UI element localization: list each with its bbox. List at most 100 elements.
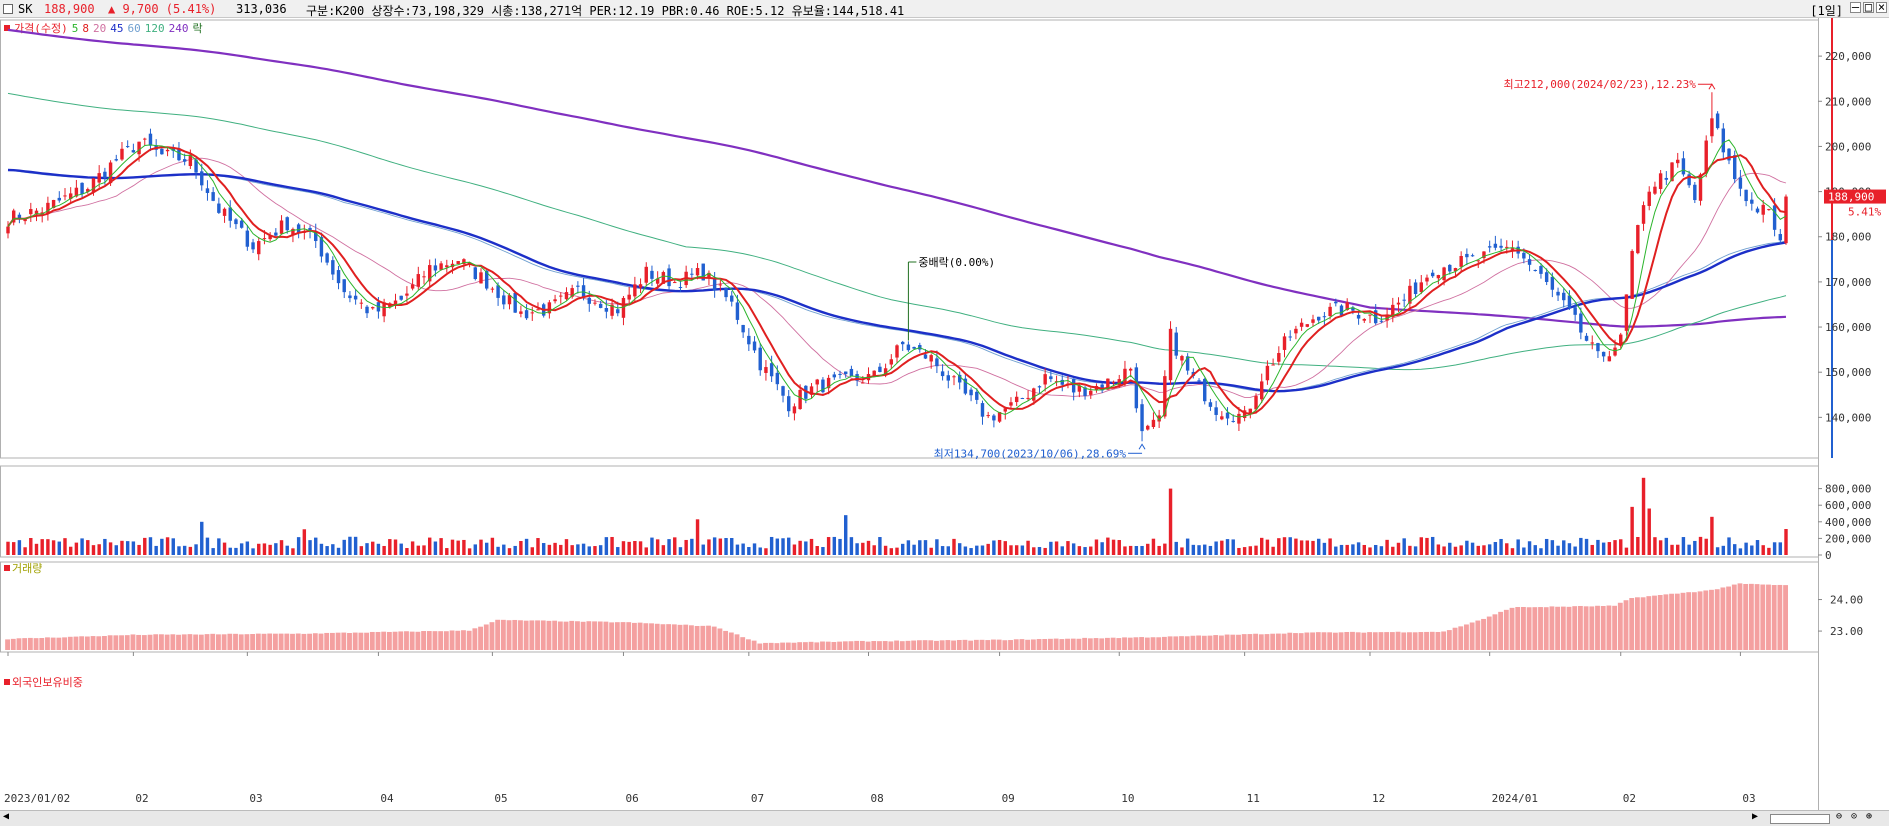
foreign-bar	[751, 640, 757, 650]
foreign-bar	[124, 635, 130, 650]
foreign-bar	[620, 622, 626, 650]
foreign-bar	[113, 635, 119, 650]
scroll-thumb[interactable]	[1770, 814, 1830, 824]
candle-body	[445, 265, 449, 268]
candle-body	[1430, 272, 1435, 277]
foreign-bar	[899, 641, 905, 650]
foreign-bar	[734, 634, 740, 650]
foreign-bar	[27, 637, 33, 650]
volume-bar	[940, 546, 945, 555]
period-selector[interactable]: [1일]	[1810, 2, 1843, 19]
foreign-bar	[1634, 597, 1640, 650]
foreign-bar	[500, 619, 506, 650]
foreign-bar	[1555, 606, 1561, 650]
volume-bar	[593, 546, 597, 555]
zoom-out-icon[interactable]: ⊖	[1836, 811, 1842, 822]
header-checkbox[interactable]	[3, 4, 13, 14]
foreign-bar	[1486, 616, 1492, 650]
foreign-bar	[1030, 639, 1036, 650]
volume-bar	[1750, 545, 1754, 555]
candle-body	[1556, 291, 1560, 296]
volume-bar	[1168, 488, 1173, 555]
volume-bar	[1550, 540, 1555, 555]
volume-bar	[57, 541, 61, 555]
volume-bar	[1322, 542, 1327, 555]
foreign-bar	[1156, 637, 1162, 650]
restore-icon[interactable]: □	[1863, 1, 1874, 13]
candle-body	[211, 192, 215, 201]
candle-body	[690, 273, 694, 275]
candle-body	[1220, 416, 1224, 420]
volume-bar	[1037, 547, 1042, 555]
foreign-bar	[825, 641, 831, 650]
foreign-bar	[626, 622, 632, 650]
scroll-right-icon[interactable]: ▶	[1752, 811, 1758, 822]
volume-bar	[228, 547, 232, 555]
minimize-icon[interactable]: –	[1850, 1, 1861, 13]
horizontal-scrollbar[interactable]: ◀ ▶ ⊖ ⊙ ⊕	[0, 810, 1889, 826]
candle-body	[1168, 328, 1173, 381]
candle-body	[695, 268, 700, 276]
foreign-bar	[1629, 598, 1635, 650]
candle-body	[621, 297, 626, 318]
volume-bar	[296, 537, 301, 555]
candle-body	[1277, 353, 1281, 362]
volume-bar	[610, 536, 614, 555]
volume-bar	[1413, 546, 1418, 555]
volume-bar	[1054, 541, 1059, 555]
volume-bar	[382, 545, 386, 555]
candle-body	[1032, 388, 1036, 401]
foreign-bar	[1287, 632, 1293, 650]
scroll-left-icon[interactable]: ◀	[3, 811, 9, 822]
zoom-reset-icon[interactable]: ⊙	[1851, 811, 1857, 822]
volume-bar	[11, 542, 16, 555]
date-tick-label: 06	[625, 792, 638, 805]
candle-body	[496, 285, 500, 298]
foreign-bar	[278, 633, 284, 650]
volume-bar	[479, 539, 483, 555]
candle-body	[200, 171, 204, 186]
candle-body	[1282, 336, 1287, 350]
foreign-bar	[1748, 583, 1754, 650]
volume-tick-label: 800,000	[1825, 483, 1871, 496]
zoom-in-icon[interactable]: ⊕	[1866, 811, 1872, 822]
foreign-bar	[1327, 632, 1333, 650]
foreign-bar	[210, 633, 216, 650]
volume-bar	[1185, 538, 1190, 555]
candle-body	[1658, 173, 1663, 189]
volume-bar	[1499, 538, 1503, 555]
close-icon[interactable]: ×	[1876, 1, 1887, 13]
foreign-bar	[1099, 638, 1105, 650]
date-tick-label: 02	[135, 792, 148, 805]
candle-body	[530, 312, 534, 314]
volume-bar	[29, 537, 33, 555]
foreign-bar	[808, 641, 814, 650]
candle-body	[165, 149, 170, 152]
candle-body	[1237, 413, 1241, 424]
candle-body	[416, 274, 421, 287]
foreign-bar	[1059, 639, 1065, 650]
volume-bar	[456, 540, 460, 555]
foreign-bar	[1623, 600, 1629, 650]
volume-bar	[371, 541, 375, 555]
candle-body	[228, 207, 232, 221]
foreign-bar	[329, 632, 335, 650]
foreign-bar	[1503, 609, 1509, 650]
price-tick-label: 150,000	[1825, 366, 1871, 379]
foreign-bar	[181, 634, 187, 650]
volume-bar	[1231, 539, 1235, 555]
stock-chart[interactable]: 140,000150,000160,000170,000180,000190,0…	[0, 18, 1889, 810]
foreign-bar	[666, 624, 672, 650]
foreign-bar	[586, 621, 592, 650]
foreign-bar	[1458, 626, 1464, 650]
candle-body	[832, 374, 837, 378]
volume-bar	[97, 544, 101, 555]
volume-bar	[217, 538, 221, 555]
foreign-bar	[1116, 638, 1122, 650]
volume-bar	[331, 544, 335, 555]
foreign-bar	[392, 631, 398, 650]
volume-bar	[1698, 536, 1703, 555]
foreign-bar	[745, 639, 751, 650]
volume-bar	[188, 546, 193, 555]
volume-bar	[1197, 545, 1201, 555]
